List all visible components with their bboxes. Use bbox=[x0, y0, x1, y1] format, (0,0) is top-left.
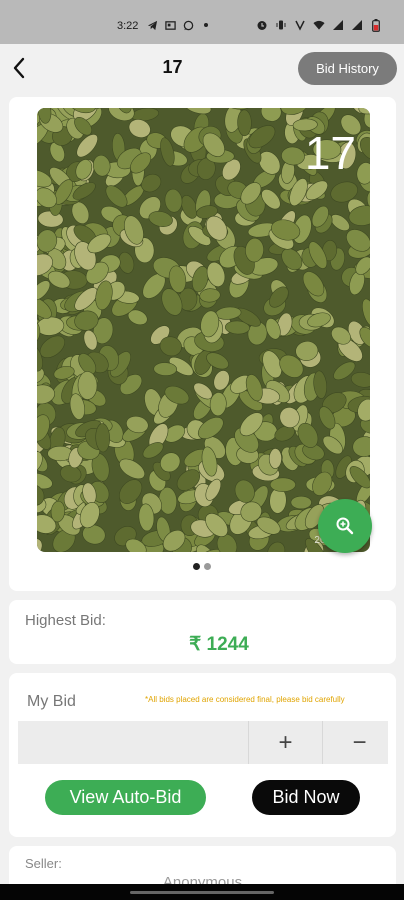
vibrate-icon bbox=[275, 19, 287, 31]
bid-warning-note: *All bids placed are considered final, p… bbox=[145, 695, 345, 704]
highest-bid-value: ₹ 1244 bbox=[189, 634, 249, 655]
status-bar: 3:22 bbox=[0, 0, 404, 44]
pager-dot[interactable] bbox=[204, 563, 211, 570]
wifi-icon bbox=[313, 19, 325, 31]
system-nav-bar bbox=[0, 884, 404, 900]
view-auto-bid-button[interactable]: View Auto-Bid bbox=[45, 780, 206, 815]
pager-dot-active[interactable] bbox=[193, 563, 200, 570]
signal-icon-2 bbox=[351, 19, 363, 31]
bid-entry-row: + − bbox=[18, 721, 388, 764]
home-gesture-handle[interactable] bbox=[130, 891, 274, 894]
image-pager bbox=[193, 563, 211, 570]
highest-bid-card: Highest Bid: ₹ 1244 bbox=[9, 600, 396, 664]
decrement-button[interactable]: − bbox=[322, 721, 396, 764]
seller-label: Seller: bbox=[25, 856, 62, 871]
highest-bid-label: Highest Bid: bbox=[25, 612, 106, 629]
bid-history-button[interactable]: Bid History bbox=[298, 52, 397, 85]
my-bid-card: My Bid *All bids placed are considered f… bbox=[9, 673, 396, 837]
battery-icon bbox=[370, 18, 382, 32]
lot-number-overlay: 17 bbox=[304, 127, 356, 179]
notification-icons bbox=[146, 19, 212, 31]
signal-icon bbox=[332, 19, 344, 31]
volte-icon bbox=[294, 19, 306, 31]
increment-button[interactable]: + bbox=[248, 721, 322, 764]
bid-now-button[interactable]: Bid Now bbox=[252, 780, 360, 815]
dot-icon bbox=[200, 19, 212, 31]
zoom-button[interactable] bbox=[318, 499, 372, 553]
product-image[interactable]: 17 2021-3-23 bbox=[37, 108, 370, 552]
zoom-in-icon bbox=[336, 517, 354, 535]
my-bid-label: My Bid bbox=[27, 693, 76, 710]
whatsapp-icon bbox=[182, 19, 194, 31]
product-image-card: 17 2021-3-23 bbox=[9, 97, 396, 591]
alarm-icon bbox=[256, 19, 268, 31]
telegram-icon bbox=[146, 19, 158, 31]
app-bar: 17 Bid History bbox=[0, 44, 404, 92]
page-title: 17 bbox=[162, 57, 183, 77]
system-icons bbox=[256, 18, 382, 32]
status-time: 3:22 bbox=[117, 20, 139, 32]
bid-amount-input[interactable] bbox=[18, 721, 238, 764]
news-icon bbox=[164, 19, 176, 31]
